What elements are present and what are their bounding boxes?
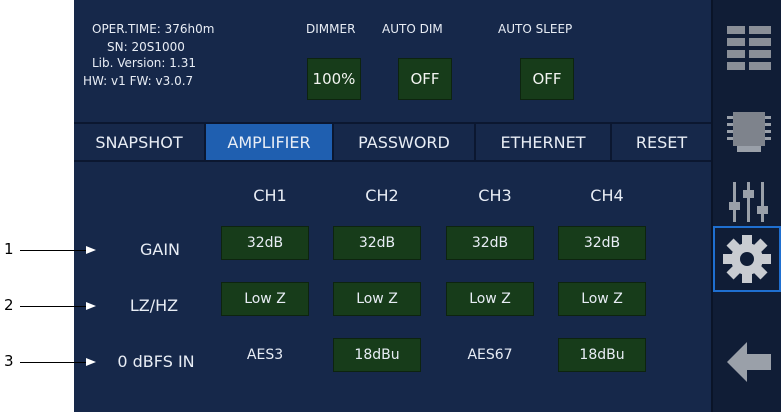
callout-number-2: 2 [4,296,14,314]
dimmer-button[interactable]: 100% [307,58,361,100]
lzhz-label: LZ/HZ [129,296,179,315]
gain-ch3[interactable]: 32dB [446,226,534,260]
auto-dim-button[interactable]: OFF [398,58,452,100]
lzhz-ch1[interactable]: Low Z [221,282,309,316]
auto-dim-label: AUTO DIM [382,22,443,36]
lzhz-ch4[interactable]: Low Z [558,282,646,316]
callout-line-3 [20,362,86,363]
dbfs-ch2[interactable]: 18dBu [333,338,421,372]
tab-password[interactable]: PASSWORD [334,124,476,160]
channel-header-2: CH2 [365,186,399,205]
serial-number: SN: 20S1000 [107,40,185,54]
back-arrow-icon[interactable] [725,336,773,388]
lib-version: Lib. Version: 1.31 [92,56,196,70]
tab-snapshot[interactable]: SNAPSHOT [74,124,206,160]
tab-ethernet[interactable]: ETHERNET [476,124,612,160]
tab-reset[interactable]: RESET [612,124,711,160]
auto-sleep-label: AUTO SLEEP [498,22,573,36]
list-icon[interactable] [725,22,773,74]
callout-arrow-3 [86,358,96,366]
callout-arrow-1 [86,246,96,254]
sliders-icon[interactable] [725,176,773,228]
tab-amplifier[interactable]: AMPLIFIER [206,124,334,160]
dbfs-ch4[interactable]: 18dBu [558,338,646,372]
tab-bar: SNAPSHOT AMPLIFIER PASSWORD ETHERNET RES… [74,122,711,162]
callout-number-1: 1 [4,240,14,258]
channel-header-4: CH4 [590,186,624,205]
lzhz-ch2[interactable]: Low Z [333,282,421,316]
callout-line-1 [20,250,86,251]
gain-ch2[interactable]: 32dB [333,226,421,260]
oper-time: OPER.TIME: 376h0m [92,22,215,36]
channel-header-3: CH3 [478,186,512,205]
callout-line-2 [20,306,86,307]
auto-sleep-button[interactable]: OFF [520,58,574,100]
device-screen: OPER.TIME: 376h0m SN: 20S1000 Lib. Versi… [74,0,781,412]
main-panel: OPER.TIME: 376h0m SN: 20S1000 Lib. Versi… [74,0,711,412]
gear-icon[interactable] [713,226,781,292]
right-sidebar [711,0,781,412]
dbfs-ch3[interactable]: AES67 [446,338,534,372]
dbfs-in-label: 0 dBFS IN [117,352,195,371]
hw-fw-version: HW: v1 FW: v3.0.7 [83,74,194,88]
gain-ch1[interactable]: 32dB [221,226,309,260]
chip-icon[interactable] [725,104,773,156]
channel-header-1: CH1 [253,186,287,205]
gain-label: GAIN [139,240,181,259]
callout-arrow-2 [86,302,96,310]
callout-number-3: 3 [4,352,14,370]
gain-ch4[interactable]: 32dB [558,226,646,260]
dbfs-ch1[interactable]: AES3 [221,338,309,372]
lzhz-ch3[interactable]: Low Z [446,282,534,316]
dimmer-label: DIMMER [306,22,356,36]
